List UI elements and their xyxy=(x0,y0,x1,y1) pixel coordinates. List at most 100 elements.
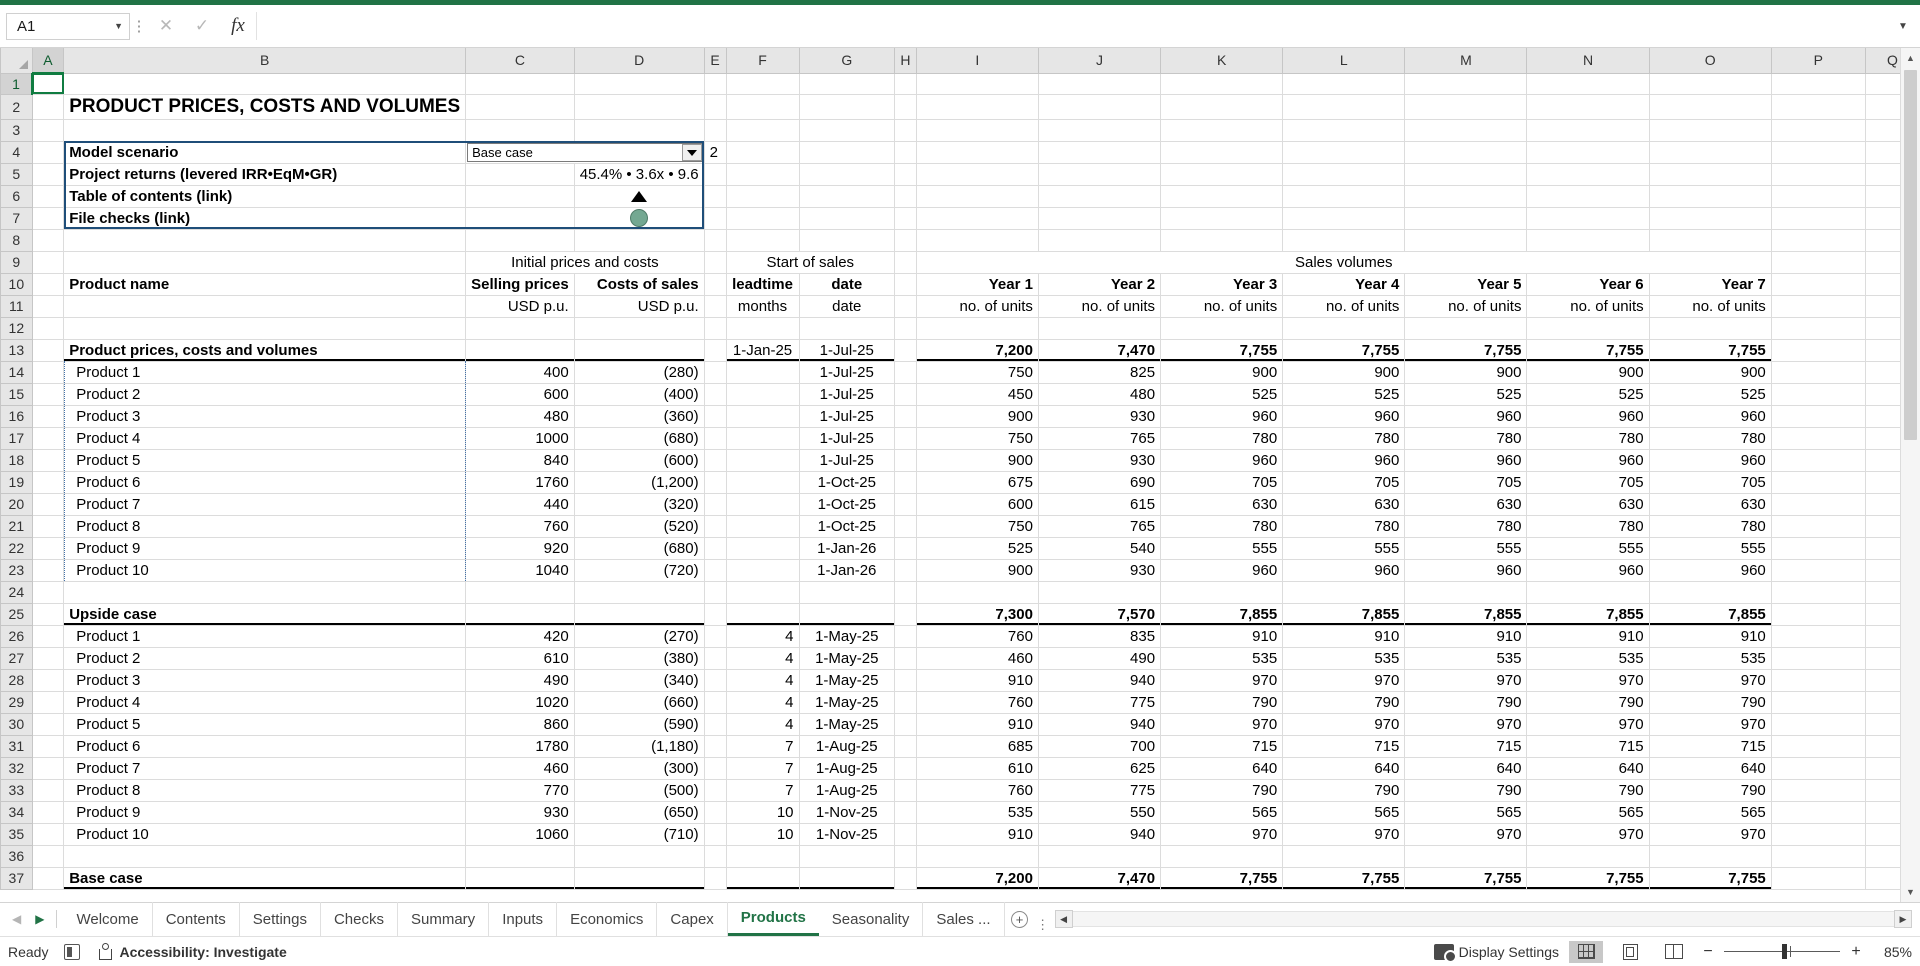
cell-K6[interactable] xyxy=(1160,185,1284,208)
cell-K3[interactable] xyxy=(1160,119,1284,142)
cell-B27[interactable]: Product 2 xyxy=(63,647,467,670)
cell-P33[interactable] xyxy=(1771,779,1866,802)
cell-M35[interactable]: 970 xyxy=(1404,823,1528,846)
cell-A31[interactable] xyxy=(32,735,65,758)
cell-E25[interactable] xyxy=(704,603,727,626)
cell-D18[interactable]: (600) xyxy=(574,449,705,472)
cell-A19[interactable] xyxy=(32,471,65,494)
cell-L4[interactable] xyxy=(1282,141,1406,164)
row-header-22[interactable]: 22 xyxy=(0,536,33,560)
cell-K21[interactable]: 780 xyxy=(1160,515,1284,538)
zoom-control[interactable]: − + 85% xyxy=(1701,943,1912,961)
cell-A11[interactable] xyxy=(32,295,65,318)
cell-M8[interactable] xyxy=(1404,229,1528,252)
cell-D22[interactable]: (680) xyxy=(574,537,705,560)
cell-G32[interactable]: 1-Aug-25 xyxy=(799,757,896,780)
hscroll-right-icon[interactable]: ▶ xyxy=(1894,910,1912,928)
cell-D25[interactable] xyxy=(574,603,705,626)
cell-A22[interactable] xyxy=(32,537,65,560)
cell-B24[interactable] xyxy=(63,581,467,604)
cell-J4[interactable] xyxy=(1038,141,1162,164)
cell-N12[interactable] xyxy=(1526,317,1650,340)
cell-N27[interactable]: 535 xyxy=(1526,647,1650,670)
cell-C29[interactable]: 1020 xyxy=(465,691,575,714)
cell-L26[interactable]: 910 xyxy=(1282,625,1406,648)
cell-F17[interactable] xyxy=(726,427,800,450)
cell-K37[interactable]: 7,755 xyxy=(1160,867,1284,890)
cell-E20[interactable] xyxy=(704,493,727,516)
cell-E28[interactable] xyxy=(704,669,727,692)
sheet-tab-capex[interactable]: Capex xyxy=(657,902,728,936)
cell-L15[interactable]: 525 xyxy=(1282,383,1406,406)
cell-O20[interactable]: 630 xyxy=(1649,493,1772,516)
cell-D5[interactable]: 45.4% • 3.6x • 9.6 xyxy=(574,163,705,186)
cell-P22[interactable] xyxy=(1771,537,1866,560)
cell-A27[interactable] xyxy=(32,647,65,670)
cell-I11[interactable]: no. of units xyxy=(916,295,1039,318)
cell-F20[interactable] xyxy=(726,493,800,516)
cell-M5[interactable] xyxy=(1404,163,1528,186)
cell-H24[interactable] xyxy=(894,581,917,604)
cell-A16[interactable] xyxy=(32,405,65,428)
cell-H12[interactable] xyxy=(894,317,917,340)
cell-A21[interactable] xyxy=(32,515,65,538)
cell-K20[interactable]: 630 xyxy=(1160,493,1284,516)
column-header-D[interactable]: D xyxy=(573,48,705,74)
cell-B10[interactable]: Product name xyxy=(63,273,467,296)
page-break-icon[interactable] xyxy=(1657,941,1691,963)
cell-G25[interactable] xyxy=(799,603,896,626)
cell-B20[interactable]: Product 7 xyxy=(63,493,467,516)
select-all-corner[interactable] xyxy=(0,48,33,74)
cell-N5[interactable] xyxy=(1526,163,1650,186)
cell-C3[interactable] xyxy=(465,119,575,142)
cell-H18[interactable] xyxy=(894,449,917,472)
column-header-J[interactable]: J xyxy=(1037,48,1162,74)
cell-C4[interactable]: Base case xyxy=(465,141,705,164)
cell-J6[interactable] xyxy=(1038,185,1162,208)
cell-I1[interactable] xyxy=(916,73,1039,95)
cell-E24[interactable] xyxy=(704,581,727,604)
cell-A34[interactable] xyxy=(32,801,65,824)
cell-D33[interactable]: (500) xyxy=(574,779,705,802)
cell-G18[interactable]: 1-Jul-25 xyxy=(799,449,896,472)
cell-L29[interactable]: 790 xyxy=(1282,691,1406,714)
cell-P1[interactable] xyxy=(1771,73,1866,95)
nav-next-icon[interactable]: ▶ xyxy=(35,912,44,926)
cell-G33[interactable]: 1-Aug-25 xyxy=(799,779,896,802)
cell-H37[interactable] xyxy=(894,867,917,890)
cell-N26[interactable]: 910 xyxy=(1526,625,1650,648)
cell-C33[interactable]: 770 xyxy=(465,779,575,802)
column-header-K[interactable]: K xyxy=(1160,48,1284,74)
column-header-E[interactable]: E xyxy=(703,48,727,74)
cell-I6[interactable] xyxy=(916,185,1039,208)
cell-P23[interactable] xyxy=(1771,559,1866,582)
formula-input[interactable] xyxy=(256,12,1892,40)
cell-P18[interactable] xyxy=(1771,449,1866,472)
cell-A24[interactable] xyxy=(32,581,65,604)
cell-P37[interactable] xyxy=(1771,867,1866,890)
cell-E21[interactable] xyxy=(704,515,727,538)
cell-O3[interactable] xyxy=(1649,119,1772,142)
cell-N34[interactable]: 565 xyxy=(1526,801,1650,824)
cell-A1[interactable] xyxy=(32,73,65,95)
cell-D12[interactable] xyxy=(574,317,705,340)
cell-P30[interactable] xyxy=(1771,713,1866,736)
cell-B14[interactable]: Product 1 xyxy=(63,361,467,384)
cell-F28[interactable]: 4 xyxy=(726,669,800,692)
cell-F5[interactable] xyxy=(726,163,800,186)
cell-F19[interactable] xyxy=(726,471,800,494)
cell-A13[interactable] xyxy=(32,339,65,362)
cell-I7[interactable] xyxy=(916,207,1039,230)
cell-A37[interactable] xyxy=(32,867,65,890)
cell-O8[interactable] xyxy=(1649,229,1772,252)
cell-P2[interactable] xyxy=(1771,94,1866,120)
cell-A15[interactable] xyxy=(32,383,65,406)
cell-O25[interactable]: 7,855 xyxy=(1649,603,1772,626)
cell-F30[interactable]: 4 xyxy=(726,713,800,736)
cell-C10[interactable]: Selling prices xyxy=(465,273,575,296)
accessibility-status[interactable]: Accessibility: Investigate xyxy=(96,943,287,960)
cell-E12[interactable] xyxy=(704,317,727,340)
cell-G13[interactable]: 1-Jul-25 xyxy=(799,339,896,362)
cell-N25[interactable]: 7,855 xyxy=(1526,603,1650,626)
zoom-slider[interactable] xyxy=(1724,944,1840,959)
